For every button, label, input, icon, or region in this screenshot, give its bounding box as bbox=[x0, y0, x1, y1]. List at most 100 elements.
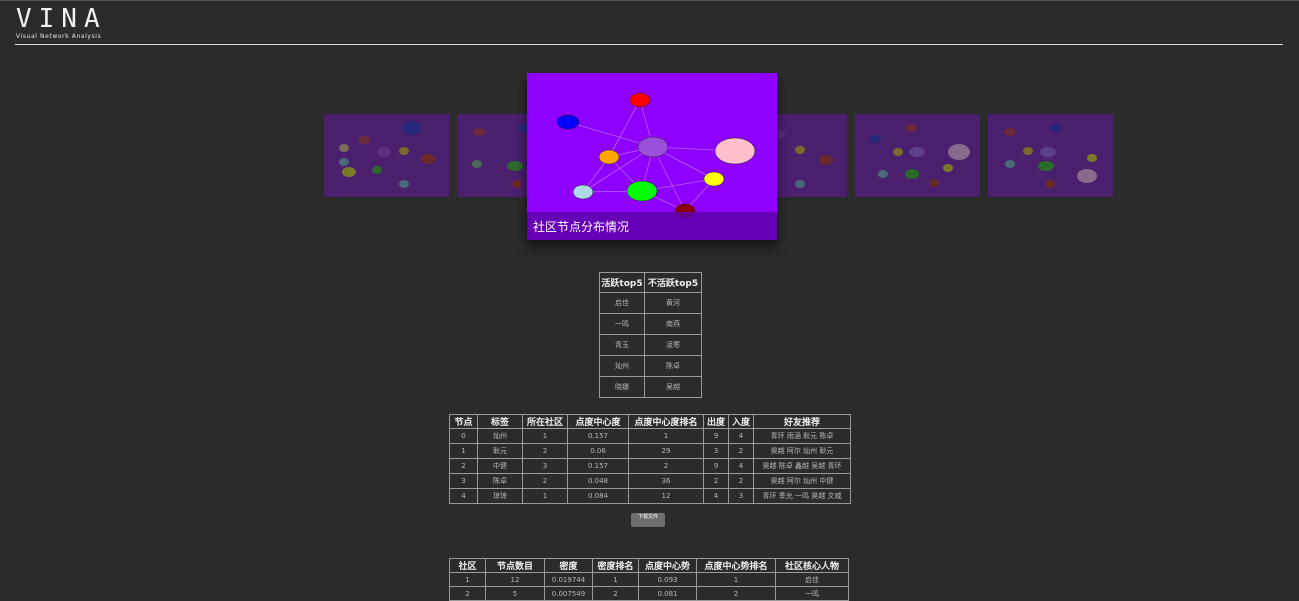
table-cell: 0.048 bbox=[567, 473, 629, 489]
table-row: 4 琼琼 1 0.084 12 4 3 青环 季允 一鸣 昊越 文威 bbox=[449, 488, 851, 504]
table-cell: 2 bbox=[522, 473, 568, 489]
table-cell: 0 bbox=[449, 428, 478, 444]
table-cell: 2 bbox=[628, 458, 704, 474]
column-header: 不活跃top5 bbox=[644, 272, 702, 293]
network-thumbnail bbox=[339, 121, 435, 188]
table-cell: 29 bbox=[628, 443, 704, 459]
table-cell: 启佳 bbox=[599, 292, 645, 314]
carousel-slide-6[interactable] bbox=[988, 114, 1113, 197]
column-header: 密度 bbox=[544, 558, 593, 573]
carousel-slide-4[interactable] bbox=[770, 114, 847, 197]
table-cell: 黄河 bbox=[644, 292, 702, 314]
table-cell: 南燕 bbox=[644, 313, 702, 335]
column-header: 节点数目 bbox=[485, 558, 545, 573]
network-thumbnail bbox=[1004, 124, 1097, 188]
column-header: 点度中心势排名 bbox=[696, 558, 776, 573]
table-cell: 2 bbox=[449, 586, 486, 601]
network-thumbnail bbox=[472, 123, 532, 188]
column-header: 社区 bbox=[449, 558, 486, 573]
table-cell: 2 bbox=[703, 473, 729, 489]
table-cell: 2 bbox=[592, 586, 639, 601]
table-cell: 陈卓 bbox=[644, 355, 702, 377]
table-row: 启佳 黄河 bbox=[599, 292, 702, 314]
table-cell: 12 bbox=[628, 488, 704, 504]
table-cell: 灿州 bbox=[599, 355, 645, 377]
table-row: 一鸣 南燕 bbox=[599, 313, 702, 335]
table-row: 青玉 凌寒 bbox=[599, 334, 702, 356]
logo-title: VINA bbox=[16, 4, 107, 34]
table-cell: 2 bbox=[728, 473, 754, 489]
table-cell: 青环 季允 一鸣 昊越 文威 bbox=[753, 488, 851, 504]
column-header: 点度中心势 bbox=[638, 558, 697, 573]
table-row: 1 12 0.019744 1 0.093 1 启佳 bbox=[449, 572, 849, 587]
table-cell: 陈卓 bbox=[477, 473, 523, 489]
table-cell: 1 bbox=[628, 428, 704, 444]
table-cell: 灿州 bbox=[477, 428, 523, 444]
network-thumbnail bbox=[775, 130, 833, 188]
carousel-slide-5[interactable] bbox=[855, 114, 980, 197]
column-header: 密度排名 bbox=[592, 558, 639, 573]
table-cell: 一鸣 bbox=[599, 313, 645, 335]
table-cell: 0.084 bbox=[567, 488, 629, 504]
carousel-slide-active[interactable]: 社区节点分布情况 bbox=[527, 73, 777, 240]
table-cell: 2 bbox=[728, 443, 754, 459]
table-cell: 2 bbox=[449, 458, 478, 474]
logo-subtitle: Visual Network Analysis bbox=[16, 33, 102, 40]
table-cell: 3 bbox=[703, 443, 729, 459]
table-cell: 2 bbox=[522, 443, 568, 459]
carousel-slide-1[interactable] bbox=[324, 114, 449, 197]
table-row: 灿州 陈卓 bbox=[599, 355, 702, 377]
table-header-row: 活跃top5 不活跃top5 bbox=[599, 272, 702, 293]
table-cell: 5 bbox=[485, 586, 545, 601]
column-header: 出度 bbox=[703, 414, 729, 429]
table-cell: 3 bbox=[522, 458, 568, 474]
app-logo[interactable]: VINA Visual Network Analysis bbox=[16, 6, 107, 40]
table-cell: 12 bbox=[485, 572, 545, 587]
table-cell: 0.007549 bbox=[544, 586, 593, 601]
table-cell: 1 bbox=[696, 572, 776, 587]
table-row: 1 耿元 2 0.06 29 3 2 昊越 阿尔 灿州 耿元 bbox=[449, 443, 851, 459]
table-row: 0 灿州 1 0.157 1 9 4 青环 雨涵 耿元 陈卓 bbox=[449, 428, 851, 444]
table-cell: 4 bbox=[728, 428, 754, 444]
table-cell: 2 bbox=[696, 586, 776, 601]
download-file-button[interactable]: 下载文件 bbox=[631, 513, 665, 527]
table-cell: 吴越 bbox=[644, 376, 702, 398]
table-cell: 琼琼 bbox=[477, 488, 523, 504]
table-cell: 1 bbox=[522, 488, 568, 504]
table-cell: 1 bbox=[592, 572, 639, 587]
table-cell: 中健 bbox=[477, 458, 523, 474]
column-header: 所在社区 bbox=[522, 414, 568, 429]
header-divider bbox=[15, 44, 1283, 45]
column-header: 点度中心度排名 bbox=[628, 414, 704, 429]
table-cell: 晓娜 bbox=[599, 376, 645, 398]
table-cell: 昊越 阿尔 灿州 耿元 bbox=[753, 443, 851, 459]
table-row: 2 中健 3 0.157 2 9 4 昊越 陈卓 鑫越 吴越 青环 bbox=[449, 458, 851, 474]
table-cell: 36 bbox=[628, 473, 704, 489]
table-cell: 1 bbox=[449, 572, 486, 587]
table-cell: 3 bbox=[728, 488, 754, 504]
table-cell: 4 bbox=[728, 458, 754, 474]
column-header: 节点 bbox=[449, 414, 478, 429]
table-header-row: 节点 标签 所在社区 点度中心度 点度中心度排名 出度 入度 好友推荐 bbox=[449, 414, 851, 429]
column-header: 标签 bbox=[477, 414, 523, 429]
table-cell: 凌寒 bbox=[644, 334, 702, 356]
activity-top5-table: 活跃top5 不活跃top5 启佳 黄河 一鸣 南燕 青玉 凌寒 灿州 陈卓 晓… bbox=[599, 272, 702, 398]
table-cell: 4 bbox=[703, 488, 729, 504]
table-cell: 青环 雨涵 耿元 陈卓 bbox=[753, 428, 851, 444]
table-cell: 青玉 bbox=[599, 334, 645, 356]
carousel-slide-2[interactable] bbox=[457, 114, 537, 197]
community-statistics-table: 社区 节点数目 密度 密度排名 点度中心势 点度中心势排名 社区核心人物 1 1… bbox=[449, 558, 849, 601]
table-cell: 3 bbox=[449, 473, 478, 489]
table-cell: 昊越 阿尔 灿州 中健 bbox=[753, 473, 851, 489]
node-statistics-table: 节点 标签 所在社区 点度中心度 点度中心度排名 出度 入度 好友推荐 0 灿州… bbox=[449, 414, 851, 504]
table-cell: 9 bbox=[703, 428, 729, 444]
table-cell: 0.093 bbox=[638, 572, 697, 587]
column-header: 入度 bbox=[728, 414, 754, 429]
table-cell: 耿元 bbox=[477, 443, 523, 459]
table-cell: 一鸣 bbox=[775, 586, 849, 601]
slide-caption: 社区节点分布情况 bbox=[527, 212, 777, 240]
network-thumbnail bbox=[869, 124, 970, 187]
top-border bbox=[0, 0, 1299, 1]
column-header: 社区核心人物 bbox=[775, 558, 849, 573]
table-cell: 0.019744 bbox=[544, 572, 593, 587]
